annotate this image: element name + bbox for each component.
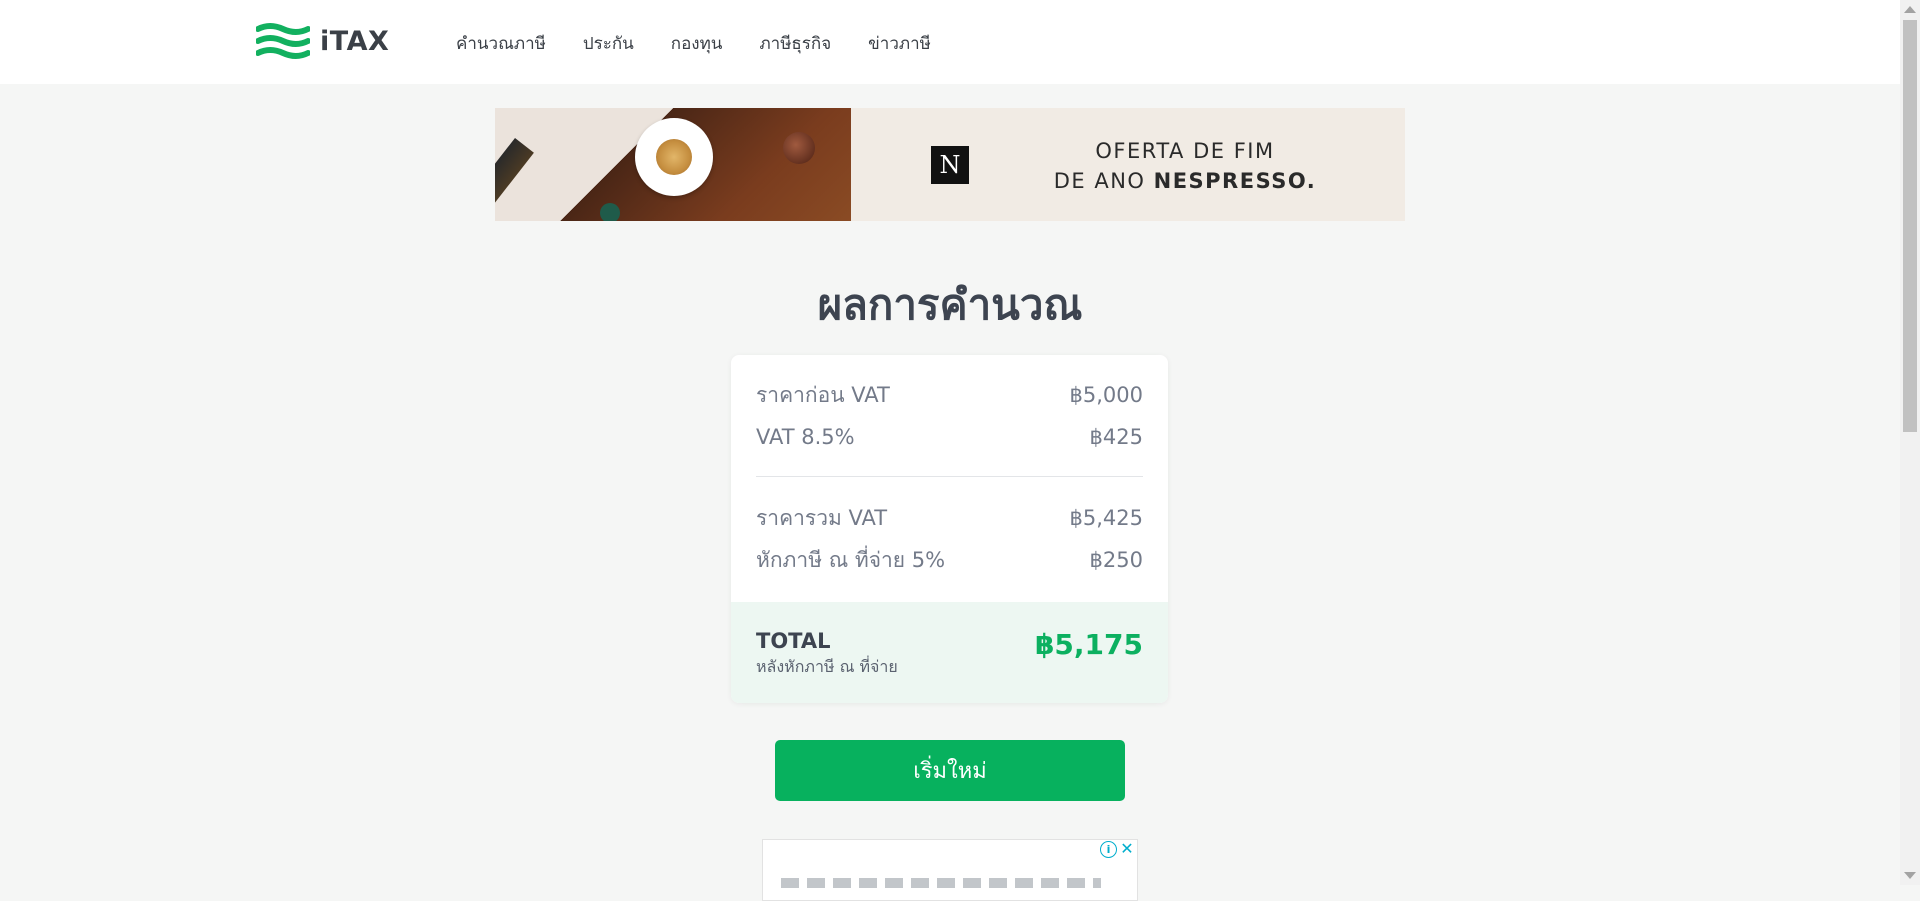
coffee-pod-image xyxy=(783,132,815,164)
result-row-price-incl-vat: ราคารวม VAT ฿5,425 xyxy=(756,503,1143,533)
total-value: ฿5,175 xyxy=(1034,628,1143,661)
total-sublabel: หลังหักภาษี ณ ที่จ่าย xyxy=(756,657,898,676)
total-label: TOTAL xyxy=(756,629,831,653)
ad-close-icon[interactable]: ✕ xyxy=(1119,840,1135,858)
banner-ad-image xyxy=(495,108,851,221)
row-value: ฿5,000 xyxy=(1069,383,1143,407)
page-scrollbar[interactable] xyxy=(1900,0,1920,885)
nav-item-tax-news[interactable]: ข่าวภาษี xyxy=(868,30,931,57)
total-box: TOTAL หลังหักภาษี ณ ที่จ่าย ฿5,175 xyxy=(731,602,1168,703)
ad-info-icon[interactable]: i xyxy=(1100,841,1117,858)
row-label: หักภาษี ณ ที่จ่าย 5% xyxy=(756,547,946,572)
nav-item-tax-calc[interactable]: คำนวณภาษี xyxy=(456,30,546,57)
banner-ad[interactable]: N OFERTA DE FIM DE ANO NESPRESSO. xyxy=(495,108,1405,221)
itax-logo[interactable]: iTAX xyxy=(256,20,389,62)
itax-logo-icon xyxy=(256,23,310,59)
nav-item-funds[interactable]: กองทุน xyxy=(671,30,723,57)
banner-brand: NESPRESSO. xyxy=(1153,169,1317,193)
scroll-thumb[interactable] xyxy=(1903,20,1917,432)
top-navbar: iTAX คำนวณภาษี ประกัน กองทุน ภาษีธุรกิจ … xyxy=(0,0,1900,84)
main-nav: คำนวณภาษี ประกัน กองทุน ภาษีธุรกิจ ข่าวภ… xyxy=(456,30,931,57)
page-title: ผลการคำนวณ xyxy=(817,280,1083,329)
row-label: VAT 8.5% xyxy=(756,425,855,449)
row-value: ฿5,425 xyxy=(1069,506,1143,530)
logo-text: iTAX xyxy=(320,25,390,57)
banner-line-2: DE ANO xyxy=(1053,169,1154,193)
nav-item-business-tax[interactable]: ภาษีธุรกิจ xyxy=(759,30,831,57)
banner-line-1: OFERTA DE FIM xyxy=(1095,139,1275,163)
scroll-down-arrow-icon[interactable] xyxy=(1904,872,1916,879)
ad-text-placeholder xyxy=(781,878,1101,888)
bottom-ad[interactable]: i ✕ xyxy=(762,839,1138,901)
result-row-price-before-vat: ราคาก่อน VAT ฿5,000 xyxy=(756,380,1143,410)
coffee-cup-image xyxy=(635,118,713,196)
result-row-vat: VAT 8.5% ฿425 xyxy=(756,422,1143,452)
banner-ad-text: OFERTA DE FIM DE ANO NESPRESSO. xyxy=(1035,136,1335,196)
green-pod-image xyxy=(600,203,620,221)
nav-item-insurance[interactable]: ประกัน xyxy=(583,30,634,57)
restart-button[interactable]: เริ่มใหม่ xyxy=(775,740,1125,801)
coffee-sleeve-image xyxy=(495,138,534,221)
row-label: ราคาก่อน VAT xyxy=(756,382,890,407)
result-row-withholding-tax: หักภาษี ณ ที่จ่าย 5% ฿250 xyxy=(756,545,1143,575)
row-value: ฿425 xyxy=(1089,425,1143,449)
scroll-up-arrow-icon[interactable] xyxy=(1904,6,1916,13)
row-value: ฿250 xyxy=(1089,548,1143,572)
result-card: ราคาก่อน VAT ฿5,000 VAT 8.5% ฿425 ราคารว… xyxy=(731,355,1168,703)
divider xyxy=(756,476,1143,477)
row-label: ราคารวม VAT xyxy=(756,505,888,530)
nespresso-logo: N xyxy=(931,146,969,184)
